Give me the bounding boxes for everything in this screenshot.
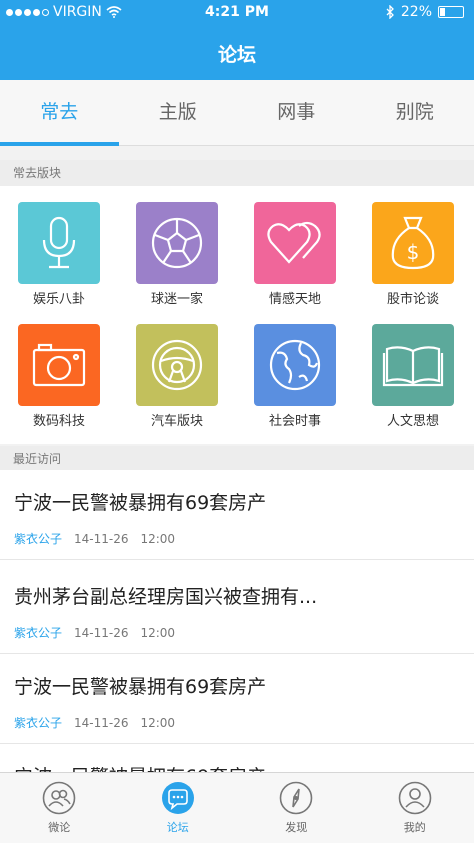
post-time: 12:00 — [140, 716, 176, 730]
post-author[interactable]: 紫衣公子 — [14, 532, 62, 546]
board-society[interactable]: 社会时事 — [236, 308, 354, 430]
page-title: 论坛 — [217, 44, 256, 66]
board-football[interactable]: 球迷一家 — [118, 186, 236, 308]
chat-bubble-icon — [161, 782, 194, 814]
book-icon — [372, 324, 454, 406]
list-item[interactable]: 宁波一民警被暴拥有69套房产 紫衣公子 14-11-26 12:00 — [0, 654, 474, 744]
people-icon — [42, 781, 76, 815]
post-author[interactable]: 紫衣公子 — [14, 716, 62, 730]
battery-percent: 22% — [400, 4, 432, 20]
board-auto[interactable]: 汽车版块 — [118, 308, 236, 430]
tabbar-discover[interactable]: 发现 — [237, 773, 356, 843]
tab-web[interactable]: 网事 — [237, 80, 356, 145]
tabbar-forum[interactable]: 论坛 — [119, 773, 238, 843]
board-culture[interactable]: 人文思想 — [354, 308, 472, 430]
user-icon — [398, 781, 432, 815]
board-label: 社会时事 — [268, 414, 321, 429]
board-digital[interactable]: 数码科技 — [0, 308, 118, 430]
list-item[interactable]: 贵州茅台副总经理房国兴被查拥有... 紫衣公子 14-11-26 12:00 — [0, 564, 474, 654]
board-entertainment[interactable]: 娱乐八卦 — [0, 186, 118, 308]
tab-bar: 常去 主版 网事 别院 — [0, 80, 474, 146]
recent-list: 宁波一民警被暴拥有69套房产 紫衣公子 14-11-26 12:00 贵州茅台副总经… — [0, 470, 474, 776]
hearts-icon — [254, 202, 336, 284]
globe-icon — [254, 324, 336, 406]
board-label: 球迷一家 — [150, 292, 203, 307]
tab-frequent[interactable]: 常去 — [0, 80, 119, 146]
post-date: 14-11-26 — [74, 716, 129, 730]
tabbar-weilun[interactable]: 微论 — [0, 773, 119, 843]
steering-wheel-icon — [136, 324, 218, 406]
post-time: 12:00 — [140, 532, 176, 546]
tabbar-label: 微论 — [48, 821, 71, 834]
post-title: 贵州茅台副总经理房国兴被查拥有... — [14, 586, 318, 608]
tabbar-label: 我的 — [403, 821, 426, 834]
board-emotion[interactable]: 情感天地 — [236, 186, 354, 308]
board-stocks[interactable]: $ 股市论谈 — [354, 186, 472, 308]
tab-courtyard[interactable]: 别院 — [356, 80, 474, 145]
tabbar-label: 发现 — [285, 821, 308, 834]
board-label: 人文思想 — [386, 414, 439, 429]
list-item[interactable]: 宁波一民警被暴拥有69套房产 紫衣公子 14-11-26 12:00 — [0, 470, 474, 560]
board-label: 娱乐八卦 — [32, 292, 85, 307]
post-title: 宁波一民警被暴拥有69套房产 — [14, 676, 267, 698]
compass-icon — [279, 781, 313, 815]
post-date: 14-11-26 — [74, 626, 129, 640]
bluetooth-icon — [386, 5, 394, 19]
money-bag-icon: $ — [372, 202, 454, 284]
camera-icon — [18, 324, 100, 406]
post-author[interactable]: 紫衣公子 — [14, 626, 62, 640]
microphone-icon — [18, 202, 100, 284]
board-label: 汽车版块 — [150, 414, 203, 429]
post-date: 14-11-26 — [74, 532, 129, 546]
post-title: 宁波一民警被暴拥有69套房产 — [14, 492, 267, 514]
battery-icon — [438, 6, 464, 18]
tabbar-mine[interactable]: 我的 — [356, 773, 474, 843]
svg-text:$: $ — [407, 240, 420, 264]
board-label: 股市论谈 — [386, 292, 439, 307]
bottom-tab-bar: 微论 论坛 发现 我的 — [0, 772, 474, 843]
soccer-ball-icon — [136, 202, 218, 284]
board-label: 数码科技 — [32, 414, 85, 429]
section-frequent-label: 常去版块 — [0, 160, 474, 186]
board-label: 情感天地 — [268, 292, 321, 307]
tabbar-label: 论坛 — [166, 821, 189, 834]
header-bar: VIRGIN 4:21 PM 22% 论坛 — [0, 0, 474, 80]
board-grid: 娱乐八卦 球迷一家 情感天地 $ 股市论谈 数码科技 汽车版块 社会时事 人文思… — [0, 186, 474, 444]
post-time: 12:00 — [140, 626, 176, 640]
tab-main[interactable]: 主版 — [119, 80, 238, 145]
section-recent-label: 最近访问 — [0, 446, 474, 472]
status-bar: VIRGIN 4:21 PM 22% — [0, 0, 474, 26]
